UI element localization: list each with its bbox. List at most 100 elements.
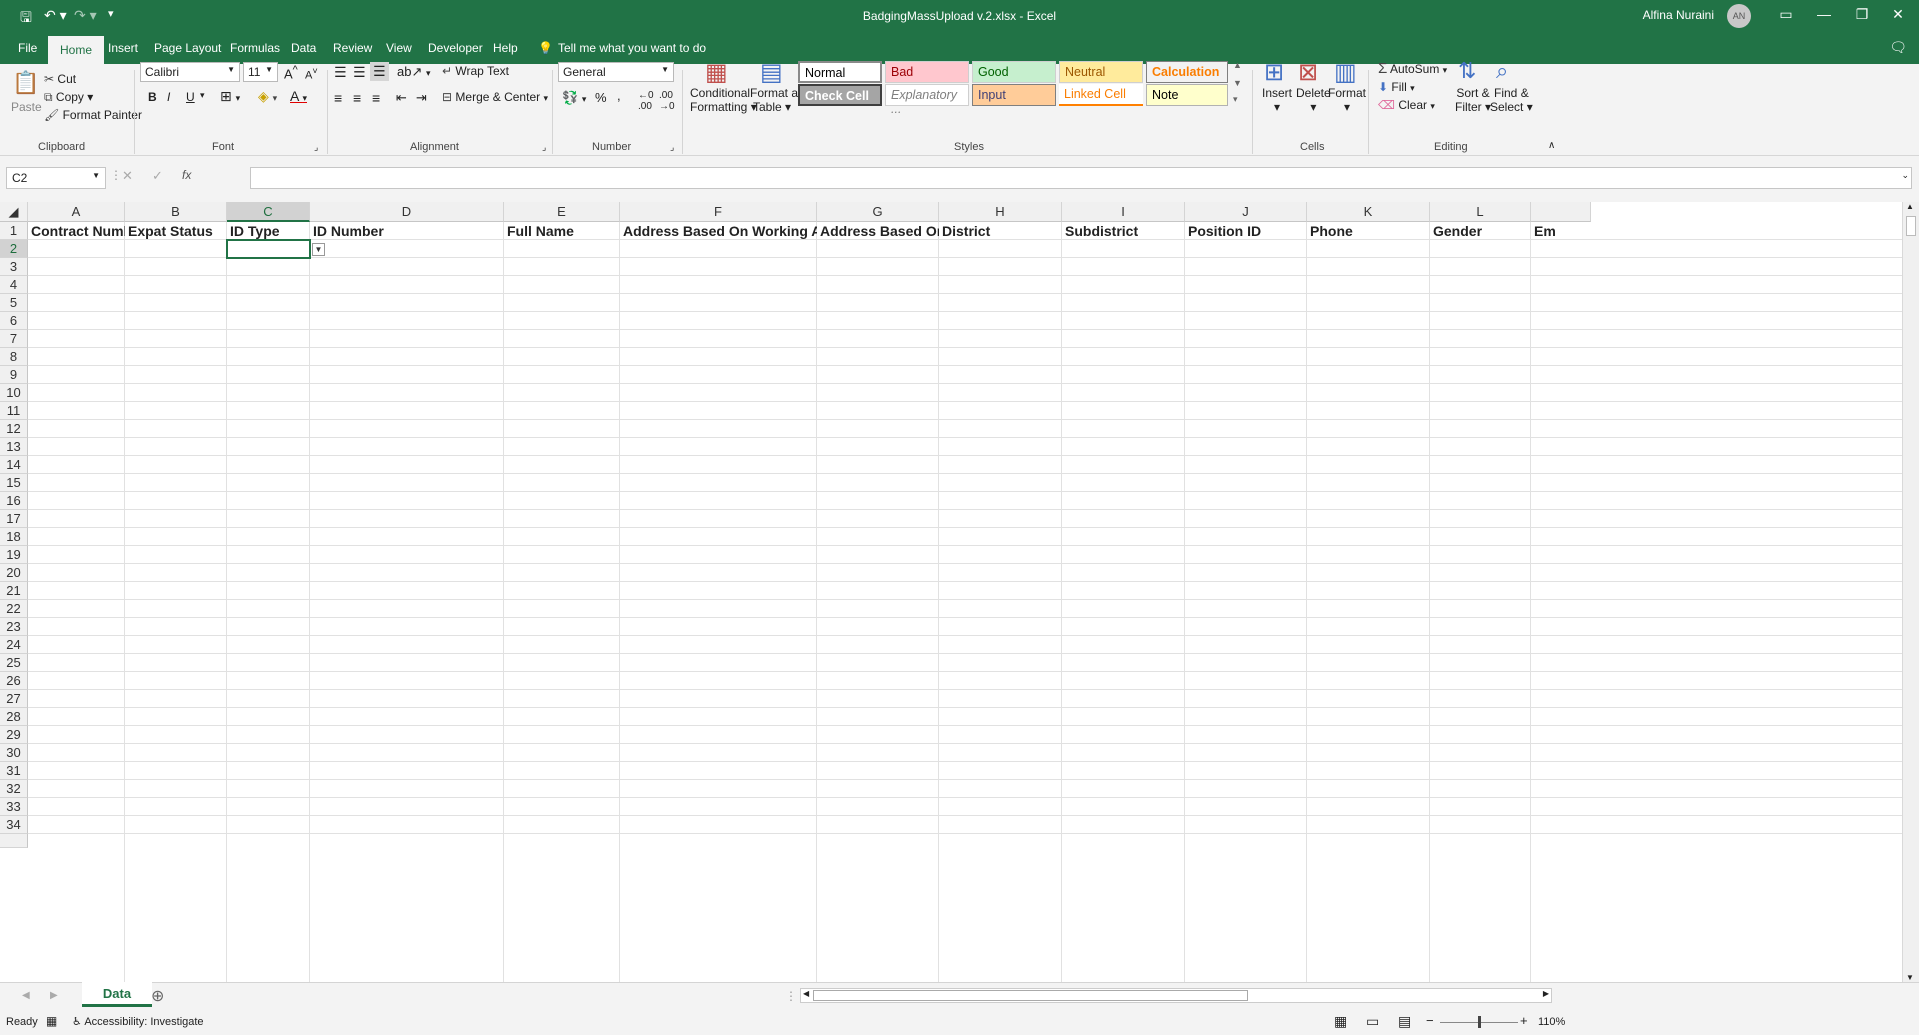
style-bad[interactable]: Bad [885, 61, 969, 83]
align-right-icon[interactable]: ≡ [372, 90, 380, 106]
increase-indent-icon[interactable]: ⇥ [416, 90, 427, 106]
font-name-select[interactable]: Calibri ▼ [140, 62, 240, 82]
row-header[interactable]: 4 [0, 276, 28, 294]
row-header[interactable]: 15 [0, 474, 28, 492]
tab-help[interactable]: Help [493, 41, 518, 55]
header-cell[interactable]: Address Based On ID [817, 222, 939, 240]
style-check-cell[interactable]: Check Cell [798, 84, 882, 106]
delete-cells-button[interactable]: Delete ▾ [1296, 86, 1331, 114]
align-bottom-icon[interactable]: ☰ [370, 62, 389, 81]
page-layout-view-icon[interactable]: ▭ [1366, 1013, 1379, 1030]
underline-dropdown-icon[interactable]: ▾ [200, 90, 205, 101]
sheet-tab-data[interactable]: Data [82, 982, 152, 1007]
column-header-m[interactable] [1531, 202, 1591, 222]
macro-record-icon[interactable]: ▦ [46, 1014, 57, 1028]
row-header[interactable]: 27 [0, 690, 28, 708]
style-input[interactable]: Input [972, 84, 1056, 106]
style-good[interactable]: Good [972, 61, 1056, 83]
header-cell[interactable]: District [939, 222, 1062, 240]
percent-button[interactable]: % [595, 90, 607, 105]
row-header[interactable]: 9 [0, 366, 28, 384]
cancel-entry-icon[interactable]: ✕ [122, 168, 133, 184]
font-color-icon[interactable]: A ▾ [290, 88, 307, 104]
row-header[interactable]: 34 [0, 816, 28, 834]
page-break-view-icon[interactable]: ▤ [1398, 1013, 1411, 1030]
column-header-g[interactable]: G [817, 202, 939, 222]
header-cell[interactable]: Subdistrict [1062, 222, 1185, 240]
column-header-a[interactable]: A [28, 202, 125, 222]
validation-dropdown-icon[interactable]: ▼ [312, 243, 325, 256]
row-header[interactable]: 5 [0, 294, 28, 312]
sort-filter-button[interactable]: Sort & Filter ▾ [1455, 86, 1491, 114]
row-header[interactable]: 10 [0, 384, 28, 402]
alignment-dialog-icon[interactable]: ⌟ [542, 142, 546, 153]
accounting-format-icon[interactable]: 💱 ▾ [562, 90, 586, 106]
collapse-ribbon-icon[interactable]: ∧ [1548, 140, 1555, 151]
row-header[interactable]: 1 [0, 222, 28, 240]
tab-developer[interactable]: Developer [428, 41, 483, 55]
align-left-icon[interactable]: ≡ [334, 90, 342, 106]
comments-icon[interactable]: 🗨 [1889, 39, 1907, 56]
formula-options-icon[interactable]: ⋮ [110, 168, 122, 182]
font-size-select[interactable]: 11 ▼ [243, 62, 278, 82]
row-header[interactable]: 6 [0, 312, 28, 330]
header-cell[interactable]: Contract Number [28, 222, 125, 240]
header-cell[interactable]: Full Name [504, 222, 620, 240]
row-header[interactable]: 29 [0, 726, 28, 744]
increase-decimal-icon[interactable]: ←0.00 [638, 90, 654, 112]
row-header[interactable]: 8 [0, 348, 28, 366]
comma-style-icon[interactable]: , [617, 88, 621, 103]
conditional-formatting-button[interactable]: Conditional Formatting ▾ [690, 86, 757, 114]
decrease-decimal-icon[interactable]: .00 →0 [659, 90, 675, 112]
row-header[interactable]: 26 [0, 672, 28, 690]
column-header-l[interactable]: L [1430, 202, 1531, 222]
tab-data[interactable]: Data [291, 41, 316, 55]
row-header[interactable]: 3 [0, 258, 28, 276]
row-header[interactable]: 12 [0, 420, 28, 438]
header-cell[interactable]: ID Type [227, 222, 310, 240]
find-select-button[interactable]: Find & Select ▾ [1490, 86, 1533, 114]
cut-button[interactable]: ✂ Cut [44, 72, 76, 86]
row-header[interactable]: 31 [0, 762, 28, 780]
header-cell[interactable]: Phone [1307, 222, 1430, 240]
align-top-icon[interactable]: ☰ [334, 64, 347, 81]
row-header[interactable]: 22 [0, 600, 28, 618]
column-header-b[interactable]: B [125, 202, 227, 222]
insert-function-icon[interactable]: fx [182, 168, 191, 182]
italic-button[interactable]: I [167, 90, 170, 104]
merge-center-button[interactable]: ⊟ Merge & Center ▾ [442, 90, 548, 104]
format-painter-button[interactable]: 🖌 Format Painter [44, 108, 142, 122]
row-header[interactable] [0, 834, 28, 848]
selected-cell[interactable] [226, 239, 311, 259]
number-dialog-icon[interactable]: ⌟ [670, 142, 674, 153]
style-calculation[interactable]: Calculation [1146, 61, 1228, 83]
row-header[interactable]: 21 [0, 582, 28, 600]
confirm-entry-icon[interactable]: ✓ [152, 168, 163, 184]
row-header[interactable]: 32 [0, 780, 28, 798]
style-normal[interactable]: Normal [798, 61, 882, 83]
row-header[interactable]: 30 [0, 744, 28, 762]
name-box[interactable]: C2 ▼ [6, 167, 106, 189]
font-dialog-icon[interactable]: ⌟ [314, 142, 318, 153]
normal-view-icon[interactable]: ▦ [1334, 1013, 1347, 1030]
row-header[interactable]: 33 [0, 798, 28, 816]
row-header[interactable]: 19 [0, 546, 28, 564]
vertical-scrollbar[interactable]: ▲ ▼ [1902, 202, 1919, 982]
style-note[interactable]: Note [1146, 84, 1228, 106]
decrease-indent-icon[interactable]: ⇤ [396, 90, 407, 106]
ribbon-display-icon[interactable]: ▭ [1771, 6, 1801, 23]
row-header[interactable]: 14 [0, 456, 28, 474]
minimize-icon[interactable]: — [1809, 6, 1839, 22]
column-header-e[interactable]: E [504, 202, 620, 222]
tab-file[interactable]: File [18, 41, 37, 55]
insert-cells-button[interactable]: Insert ▾ [1262, 86, 1292, 114]
row-header[interactable]: 7 [0, 330, 28, 348]
column-header-h[interactable]: H [939, 202, 1062, 222]
styles-scroll-up-icon[interactable]: ▲ [1233, 60, 1242, 70]
autosum-button[interactable]: Σ AutoSum ▾ [1378, 60, 1447, 77]
tab-insert[interactable]: Insert [108, 41, 138, 55]
user-name[interactable]: Alfina Nuraini [1643, 8, 1714, 22]
avatar[interactable]: AN [1727, 4, 1751, 28]
style-neutral[interactable]: Neutral [1059, 61, 1143, 83]
column-header-j[interactable]: J [1185, 202, 1307, 222]
